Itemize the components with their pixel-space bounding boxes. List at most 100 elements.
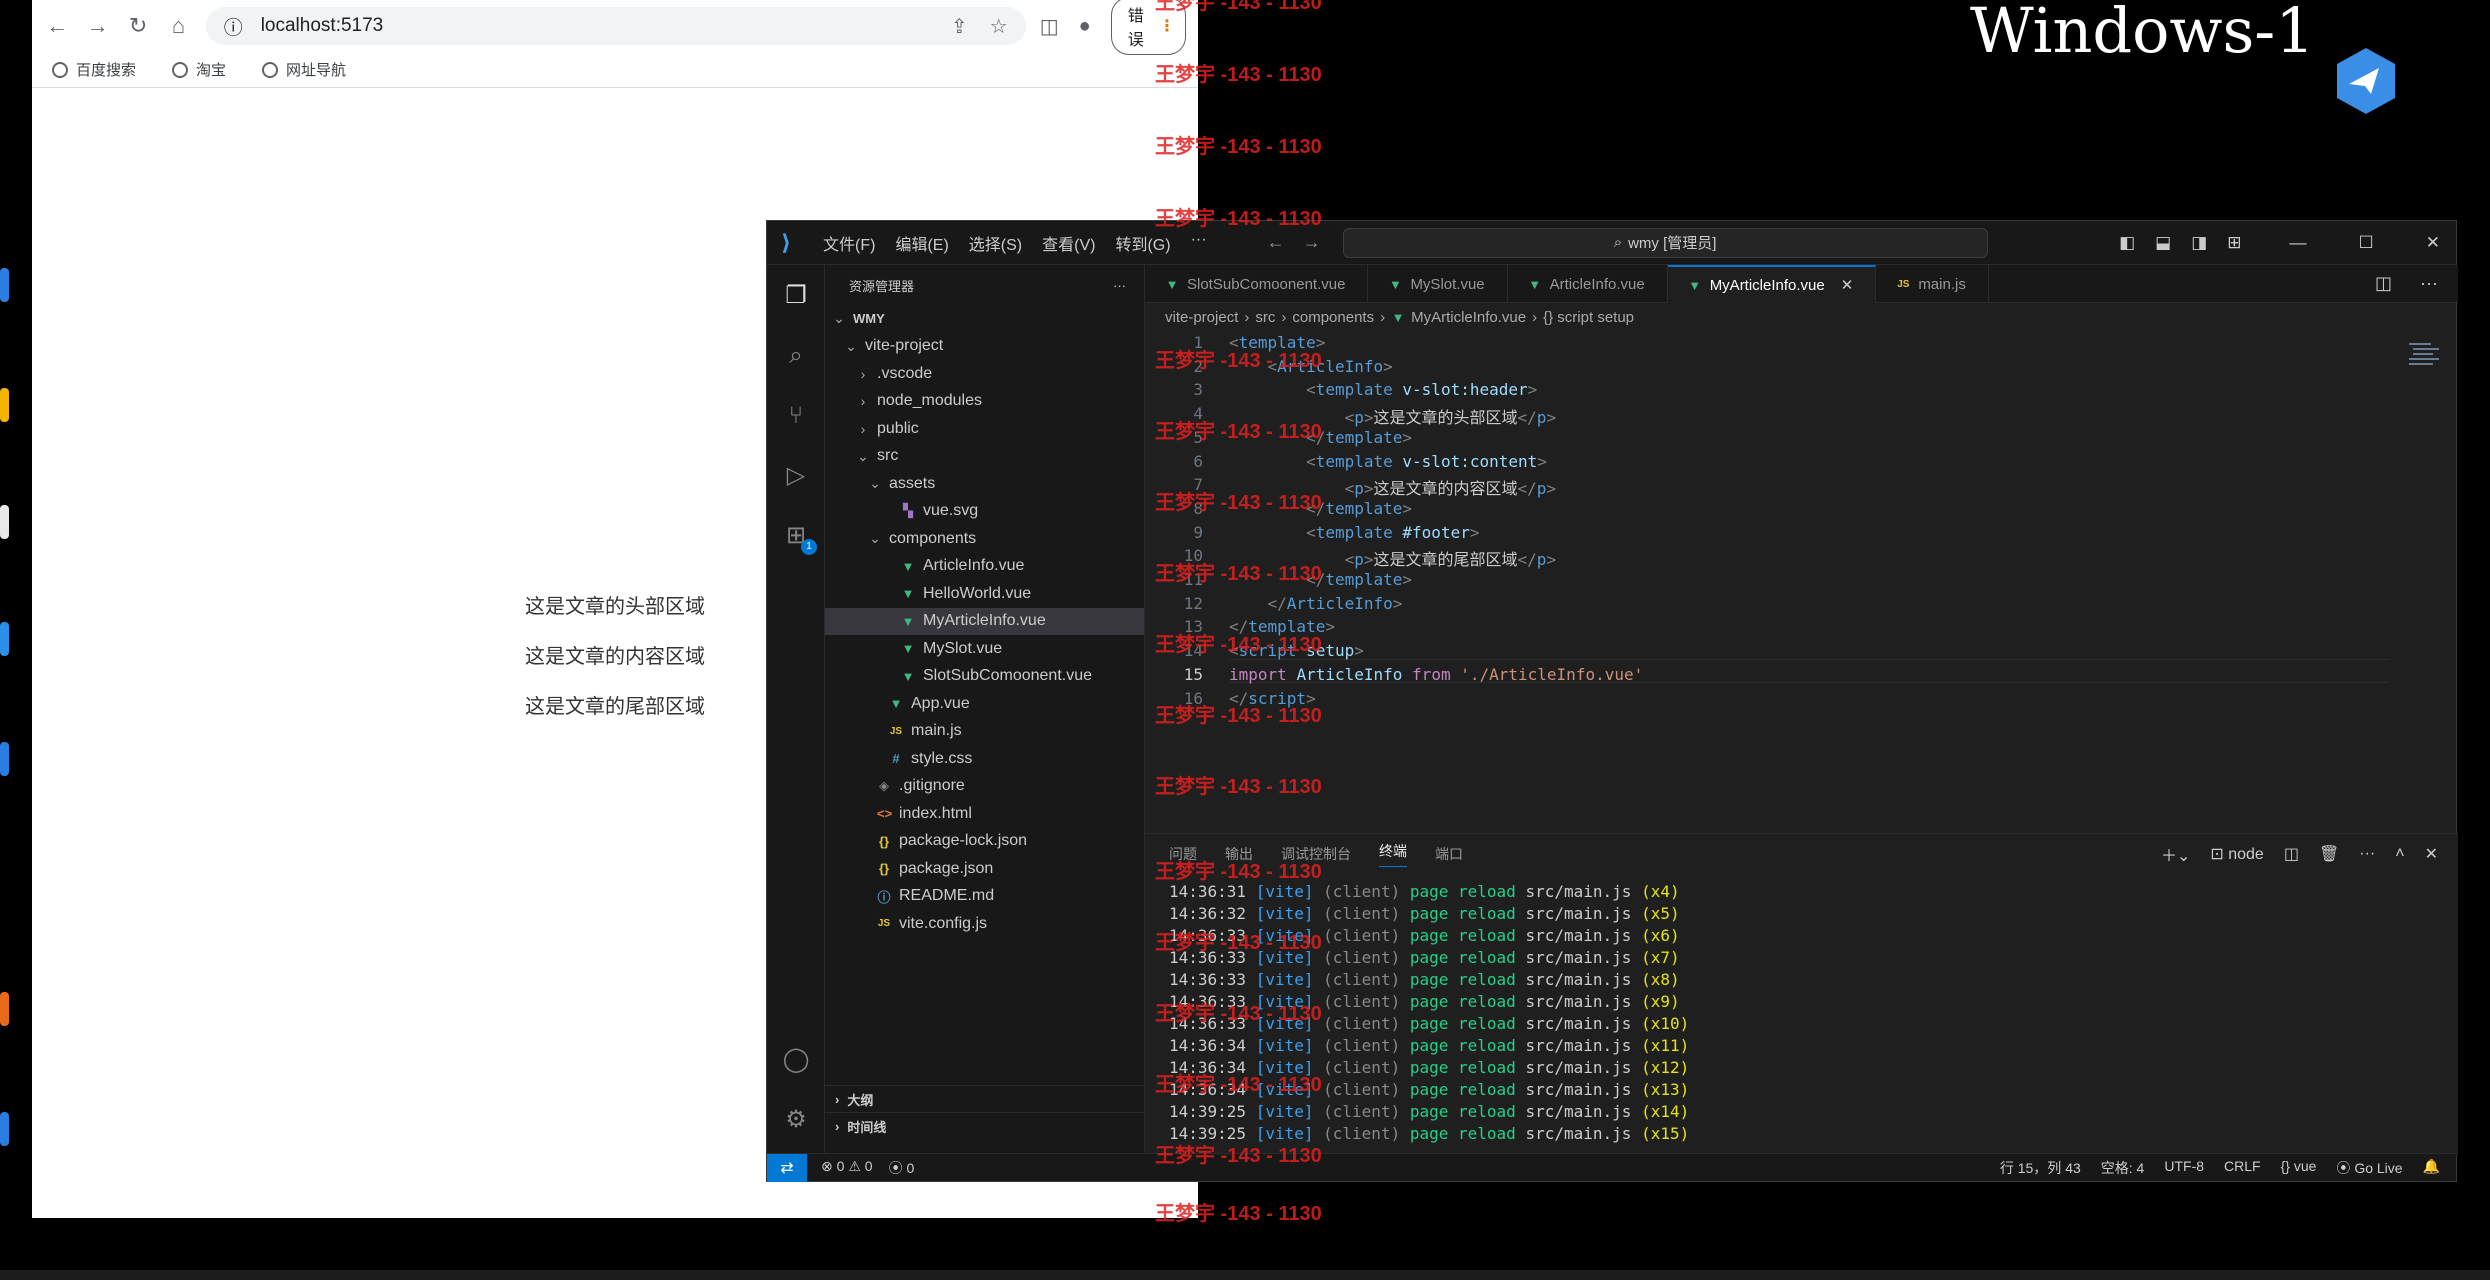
forward-icon[interactable]: → xyxy=(84,12,110,40)
breadcrumb-item[interactable]: components xyxy=(1292,309,1374,326)
encoding[interactable]: UTF-8 xyxy=(2164,1158,2204,1178)
tree-item[interactable]: › public xyxy=(825,415,1144,443)
editor-tab[interactable]: ▼ MySlot.vue xyxy=(1368,265,1508,303)
customize-layout-icon[interactable]: ⊞ xyxy=(2227,233,2241,253)
tree-item[interactable]: {} package-lock.json xyxy=(825,828,1144,856)
tree-item[interactable]: ⌄ assets xyxy=(825,470,1144,498)
breadcrumb-item[interactable]: src xyxy=(1255,309,1275,326)
run-debug-icon[interactable]: ▷ xyxy=(781,461,811,491)
source-control-icon[interactable]: ⑂ xyxy=(781,401,811,431)
tree-item[interactable]: <> index.html xyxy=(825,800,1144,828)
tree-item[interactable]: ⓘ README.md xyxy=(825,883,1144,911)
toggle-secondary-sidebar-icon[interactable]: ◨ xyxy=(2191,233,2207,253)
share-icon[interactable]: ⇪ xyxy=(951,14,968,39)
explorer-icon[interactable]: ❐ xyxy=(781,281,811,311)
tree-item[interactable]: ▼ ArticleInfo.vue xyxy=(825,553,1144,581)
timeline-section[interactable]: › 时间线 xyxy=(825,1112,1144,1139)
bookmark-item[interactable]: 网址导航 xyxy=(262,59,346,80)
home-icon[interactable]: ⌂ xyxy=(165,12,191,40)
tree-item[interactable]: ▼ HelloWorld.vue xyxy=(825,580,1144,608)
menu-item[interactable]: 编辑(E) xyxy=(895,231,948,255)
editor-tab[interactable]: ▼ ArticleInfo.vue xyxy=(1508,265,1668,303)
tree-item[interactable]: ▚ vue.svg xyxy=(825,498,1144,526)
maximize-panel-icon[interactable]: ˄ xyxy=(2395,845,2404,863)
desktop-icon[interactable] xyxy=(0,742,9,776)
notifications-icon[interactable]: 🔔 xyxy=(2423,1158,2440,1178)
minimize-icon[interactable]: — xyxy=(2290,233,2307,253)
split-terminal-icon[interactable]: ◫ xyxy=(2284,844,2299,864)
split-editor-icon[interactable]: ◫ xyxy=(2375,273,2392,294)
remote-icon[interactable]: ⇄ xyxy=(767,1153,807,1182)
outline-section[interactable]: › 大纲 xyxy=(825,1085,1144,1112)
tree-item[interactable]: ⌄ components xyxy=(825,525,1144,553)
nav-back-icon[interactable]: ← xyxy=(1267,232,1285,253)
tree-item[interactable]: # style.css xyxy=(825,745,1144,773)
desktop-icon[interactable] xyxy=(0,388,9,422)
extensions-icon[interactable]: ⊞ 1 xyxy=(781,521,817,555)
breadcrumb-item[interactable]: MyArticleInfo.vue xyxy=(1411,309,1526,326)
explorer-more-icon[interactable]: ··· xyxy=(1113,278,1126,293)
maximize-icon[interactable]: ☐ xyxy=(2359,233,2374,253)
tree-item[interactable]: JS vite.config.js xyxy=(825,910,1144,938)
line-ending[interactable]: CRLF xyxy=(2224,1158,2261,1178)
terminal-name[interactable]: ⊡ node xyxy=(2210,844,2263,864)
indentation[interactable]: 空格: 4 xyxy=(2101,1158,2145,1178)
breadcrumb-item[interactable]: {} script setup xyxy=(1543,309,1634,326)
toggle-sidebar-icon[interactable]: ◧ xyxy=(2119,233,2135,253)
more-actions-icon[interactable]: ··· xyxy=(2420,273,2438,294)
breadcrumb-item[interactable]: vite-project xyxy=(1165,309,1238,326)
menu-item[interactable]: 文件(F) xyxy=(823,231,875,255)
address-bar[interactable]: ⓘ localhost:5173 ⇪ ☆ xyxy=(205,7,1026,45)
tree-item[interactable]: › node_modules xyxy=(825,388,1144,416)
menu-item[interactable]: 查看(V) xyxy=(1042,231,1095,255)
menu-item[interactable]: ··· xyxy=(1191,231,1207,255)
cursor-position[interactable]: 行 15，列 43 xyxy=(2000,1158,2081,1178)
language-mode[interactable]: {} vue xyxy=(2281,1158,2317,1178)
terminal-output[interactable]: 14:36:31 [vite] (client) page reload src… xyxy=(1145,874,2458,1146)
kill-terminal-icon[interactable]: 🗑 xyxy=(2319,844,2339,864)
close-panel-icon[interactable]: ✕ xyxy=(2425,844,2438,864)
bookmark-star-icon[interactable]: ☆ xyxy=(990,14,1008,39)
sidepanel-icon[interactable]: ◫ xyxy=(1040,14,1059,39)
tree-item[interactable]: › .vscode xyxy=(825,360,1144,388)
editor-tab[interactable]: ▼ SlotSubComoonent.vue xyxy=(1145,265,1369,303)
panel-tab[interactable]: 端口 xyxy=(1435,844,1463,864)
editor-tab[interactable]: JS main.js xyxy=(1876,265,1989,303)
toggle-panel-icon[interactable]: ⬓ xyxy=(2155,233,2171,253)
close-icon[interactable]: ✕ xyxy=(2426,233,2440,253)
back-icon[interactable]: ← xyxy=(44,12,70,40)
menu-item[interactable]: 选择(S) xyxy=(969,231,1022,255)
tree-item[interactable]: ▼ App.vue xyxy=(825,690,1144,718)
desktop-icon[interactable] xyxy=(0,992,9,1026)
site-info-icon[interactable]: ⓘ xyxy=(224,13,243,40)
new-terminal-icon[interactable]: ＋⌄ xyxy=(2161,842,2190,866)
problems-status[interactable]: ⊗ 0 ⚠ 0 xyxy=(821,1158,873,1178)
tree-item[interactable]: ⌄ src xyxy=(825,443,1144,471)
ports-status[interactable]: ⦿ 0 xyxy=(889,1158,915,1178)
tree-item[interactable]: ⌄ vite-project xyxy=(825,333,1144,361)
desktop-icon[interactable] xyxy=(0,1112,9,1146)
close-tab-icon[interactable]: ✕ xyxy=(1841,276,1854,294)
tree-item[interactable]: ▼ SlotSubComoonent.vue xyxy=(825,663,1144,691)
profile-avatar-icon[interactable]: ● xyxy=(1079,15,1091,38)
panel-tab[interactable]: 终端 xyxy=(1379,841,1407,867)
desktop-icon[interactable] xyxy=(0,268,9,302)
desktop-icon[interactable] xyxy=(0,505,9,539)
minimap[interactable] xyxy=(2407,341,2447,371)
reload-icon[interactable]: ↻ xyxy=(125,12,151,40)
bookmark-item[interactable]: 百度搜索 xyxy=(52,59,136,80)
search-view-icon[interactable]: ⌕ xyxy=(781,341,811,371)
code-editor[interactable]: 1 <template> 2 <ArticleInfo> 3 <template v-… xyxy=(1145,333,2458,813)
go-live-button[interactable]: ⦿ Go Live xyxy=(2336,1158,2402,1178)
tree-item[interactable]: ◈ .gitignore xyxy=(825,773,1144,801)
settings-gear-icon[interactable]: ⚙ xyxy=(781,1105,811,1135)
menu-item[interactable]: 转到(G) xyxy=(1115,231,1170,255)
desktop-icon[interactable] xyxy=(0,622,9,656)
command-center-search[interactable]: ⌕ wmy [管理员] xyxy=(1342,227,1988,258)
nav-forward-icon[interactable]: → xyxy=(1303,232,1321,253)
tree-item[interactable]: ▼ MySlot.vue xyxy=(825,635,1144,663)
tree-item[interactable]: ⌄ WMY xyxy=(825,305,1144,333)
tree-item[interactable]: ▼ MyArticleInfo.vue xyxy=(825,607,1144,635)
account-icon[interactable]: ◯ xyxy=(781,1045,811,1075)
editor-tab[interactable]: ▼ MyArticleInfo.vue ✕ xyxy=(1667,265,1877,303)
